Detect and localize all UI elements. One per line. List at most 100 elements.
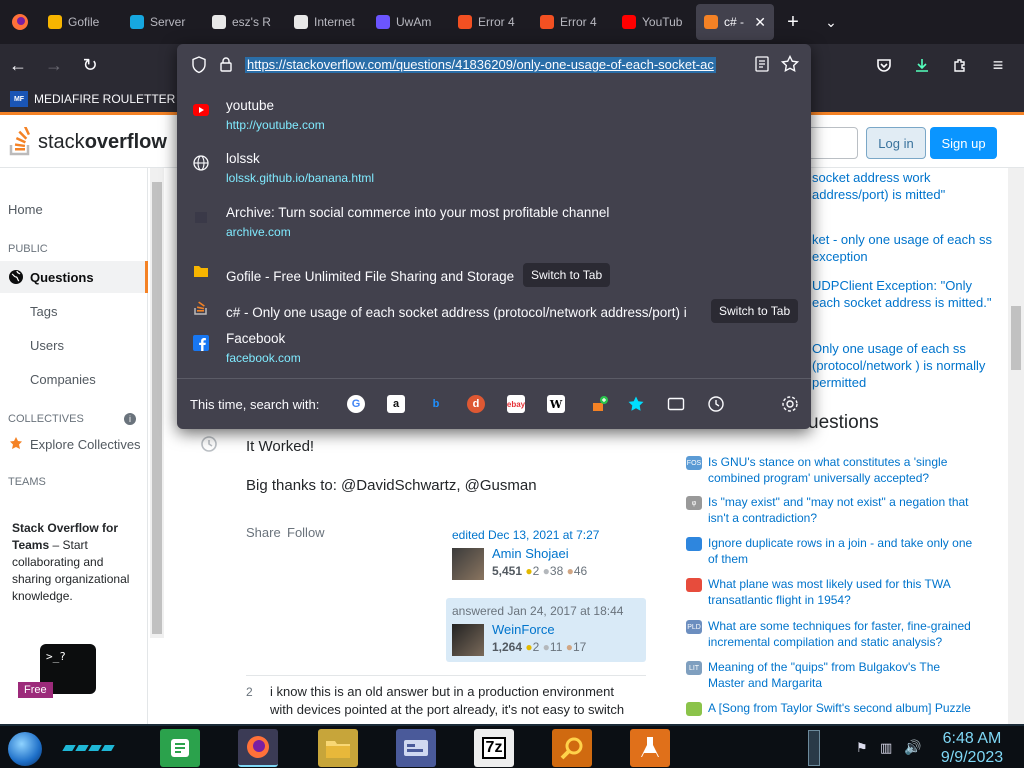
url-suggestion[interactable]: Archive: Turn social commerce into your … [177, 199, 811, 251]
hot-question-link[interactable]: A [Song from Taylor Swift's second album… [708, 700, 971, 716]
taskbar-search-app-icon[interactable] [552, 729, 592, 767]
browser-tab[interactable]: Internet [286, 4, 368, 40]
nav-questions[interactable]: Questions [0, 261, 148, 293]
sidebar-scrollbar[interactable] [150, 168, 164, 638]
nav-users[interactable]: Users [30, 338, 64, 353]
tabs-search-icon[interactable] [667, 395, 685, 413]
bookmarks-search-icon[interactable] [627, 395, 645, 413]
taskbar-7zip-icon[interactable]: 7z [474, 729, 514, 767]
bookmark-mediafire-roulette[interactable]: MEDIAFIRE ROULETTER [34, 92, 175, 106]
browser-tab[interactable]: YouTub [614, 4, 696, 40]
network-icon[interactable]: ▥ [880, 740, 892, 756]
switch-to-tab-button[interactable]: Switch to Tab [711, 299, 799, 323]
browser-tab[interactable]: Error 4 [450, 4, 532, 40]
bing-engine-icon[interactable]: b [427, 395, 445, 413]
related-link-4[interactable]: Only one usage of each ss (protocol/netw… [812, 340, 1002, 391]
url-suggestion[interactable]: youtube http://youtube.com [177, 92, 811, 144]
site-icon [686, 702, 702, 716]
nav-explore-collectives[interactable]: Explore Collectives [8, 436, 141, 452]
action-center-flag-icon[interactable]: ⚑ [856, 740, 868, 756]
hot-question-link[interactable]: Is GNU's stance on what constitutes a 's… [708, 454, 976, 486]
reader-view-icon[interactable] [755, 56, 769, 77]
taskbar-file-explorer-icon[interactable] [318, 729, 358, 767]
history-search-icon[interactable] [707, 395, 725, 413]
info-icon[interactable]: i [124, 413, 136, 425]
close-tab-icon[interactable]: ✕ [754, 14, 766, 31]
related-link-2[interactable]: ket - only one usage of each ss exceptio… [812, 231, 1002, 265]
bookmark-star-icon[interactable] [780, 54, 800, 78]
hot-question-link[interactable]: Is "may exist" and "may not exist" a neg… [708, 494, 976, 526]
mediafire-icon: MF [10, 91, 28, 107]
browser-tab[interactable]: UwAm [368, 4, 450, 40]
author-avatar[interactable] [452, 624, 484, 656]
editor-name[interactable]: Amin Shojaei [492, 546, 569, 561]
nav-home[interactable]: Home [8, 202, 43, 217]
reload-button[interactable]: ↻ [72, 49, 108, 81]
history-icon[interactable] [200, 435, 218, 458]
author-name[interactable]: WeinForce [492, 622, 555, 637]
stackoverflow-logo[interactable]: stackoverflow [8, 127, 167, 157]
taskbar-flask-app-icon[interactable] [630, 729, 670, 767]
taskbar-firefox-icon[interactable] [238, 729, 278, 767]
browser-tab[interactable]: Error 4 [532, 4, 614, 40]
search-settings-gear-icon[interactable] [781, 395, 799, 413]
ebay-engine-icon[interactable]: ebay [507, 395, 525, 413]
new-tab-button[interactable]: + [774, 11, 812, 34]
duckduckgo-engine-icon[interactable]: d [467, 395, 485, 413]
clock-time: 6:48 AM [942, 730, 1002, 747]
downloads-icon[interactable] [904, 49, 940, 81]
start-button[interactable] [8, 732, 42, 766]
login-button[interactable]: Log in [866, 127, 926, 159]
google-engine-icon[interactable]: G [347, 395, 365, 413]
hamburger-menu-icon[interactable]: ≡ [980, 49, 1016, 81]
lock-icon[interactable] [219, 56, 233, 77]
nav-tags[interactable]: Tags [30, 304, 57, 319]
related-link-1[interactable]: socket address work address/port) is mit… [812, 169, 1002, 203]
browser-tab[interactable]: Gofile [40, 4, 122, 40]
amazon-engine-icon[interactable]: a [387, 395, 405, 413]
hot-question-link[interactable]: Ignore duplicate rows in a join - and ta… [708, 535, 976, 567]
hot-question-item[interactable]: What plane was most likely used for this… [686, 576, 976, 608]
taskbar-clock[interactable]: 6:48 AM 9/9/2023 [932, 729, 1012, 767]
hot-question-item[interactable]: PLD What are some techniques for faster, … [686, 618, 976, 650]
volume-icon[interactable]: 🔊 [904, 739, 921, 756]
back-button[interactable]: ← [0, 49, 36, 81]
add-search-engine-icon[interactable] [591, 395, 609, 413]
nav-companies[interactable]: Companies [30, 372, 96, 387]
hot-question-link[interactable]: What are some techniques for faster, fin… [708, 618, 976, 650]
hot-question-item[interactable]: LIT Meaning of the "quips" from Bulgakov'… [686, 659, 976, 691]
firefox-view-icon[interactable] [0, 0, 40, 44]
editor-avatar[interactable] [452, 548, 484, 580]
follow-link[interactable]: Follow [287, 525, 325, 540]
hot-question-link[interactable]: Meaning of the "quips" from Bulgakov's T… [708, 659, 976, 691]
browser-tab[interactable]: c# - ✕ [696, 4, 774, 40]
taskbar-notepad-icon[interactable] [160, 729, 200, 767]
hot-question-link[interactable]: What plane was most likely used for this… [708, 576, 976, 608]
related-link-3[interactable]: UDPClient Exception: "Only each socket a… [812, 277, 1002, 311]
hot-question-item[interactable]: FOS Is GNU's stance on what constitutes a… [686, 454, 976, 486]
url-suggestion[interactable]: Facebook facebook.com [177, 325, 811, 377]
signup-button[interactable]: Sign up [930, 127, 997, 159]
switch-to-tab-button[interactable]: Switch to Tab [523, 263, 611, 287]
page-scrollbar[interactable] [1008, 168, 1024, 724]
url-text[interactable]: https://stackoverflow.com/questions/4183… [245, 57, 716, 73]
taskbar-control-panel-icon[interactable] [396, 729, 436, 767]
browser-tab[interactable]: Server [122, 4, 204, 40]
hot-question-item[interactable]: A [Song from Taylor Swift's second album… [686, 700, 976, 716]
hot-question-item[interactable]: Ignore duplicate rows in a join - and ta… [686, 535, 976, 567]
shield-icon[interactable] [191, 56, 207, 79]
hot-question-item[interactable]: φ Is "may exist" and "may not exist" a ne… [686, 494, 976, 526]
share-link[interactable]: Share [246, 525, 281, 540]
address-bar[interactable]: https://stackoverflow.com/questions/4183… [185, 50, 803, 80]
forward-button[interactable]: → [36, 49, 72, 81]
wikipedia-engine-icon[interactable]: W [547, 395, 565, 413]
pocket-icon[interactable] [866, 49, 902, 81]
extensions-icon[interactable] [942, 49, 978, 81]
browser-tab[interactable]: esz's R [204, 4, 286, 40]
list-all-tabs-button[interactable]: ⌄ [812, 14, 850, 31]
url-suggestion[interactable]: lolssk lolssk.github.io/banana.html [177, 145, 811, 197]
edited-timestamp[interactable]: edited Dec 13, 2021 at 7:27 [452, 528, 640, 542]
suggestion-title: Gofile - Free Unlimited File Sharing and… [226, 269, 515, 284]
site-icon [686, 537, 702, 551]
globe-icon [193, 155, 209, 171]
